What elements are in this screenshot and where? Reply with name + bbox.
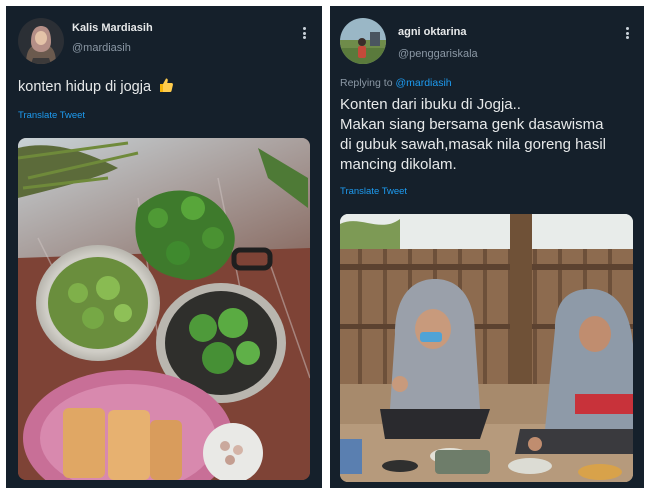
tweet-text-line: Makan siang bersama genk dasawisma (340, 116, 604, 133)
replying-to-line: Replying to @mardiasih (340, 77, 452, 89)
tweet-text-content: konten hidup di jogja (18, 79, 152, 95)
author-handle[interactable]: @penggariskala (398, 48, 478, 60)
tweet-text-line: di gubuk sawah,masak nila goreng hasil (340, 136, 606, 153)
panel-top-border (330, 0, 644, 6)
more-options-icon[interactable] (621, 25, 633, 41)
author-avatar[interactable] (340, 18, 386, 64)
replying-to-label: Replying to (340, 77, 393, 89)
tweet-text-line: mancing dikolam. (340, 156, 457, 173)
photo-cooking-pots-vegetables-icon (18, 138, 310, 480)
author-name[interactable]: agni oktarina (398, 26, 466, 38)
author-handle[interactable]: @mardiasih (72, 42, 131, 54)
tweet-media-image[interactable] (18, 138, 310, 480)
tweet-card-left: Kalis Mardiasih @mardiasih konten hidup … (6, 0, 322, 488)
more-options-icon[interactable] (298, 25, 310, 41)
tweet-card-right: agni oktarina @penggariskala Replying to… (330, 0, 644, 488)
avatar-landscape-person-icon (340, 18, 386, 64)
author-avatar[interactable] (18, 18, 64, 64)
avatar-woman-hijab-icon (18, 18, 64, 64)
translate-tweet-link[interactable]: Translate Tweet (18, 110, 85, 121)
tweet-media-image[interactable] (340, 214, 633, 482)
translate-tweet-link[interactable]: Translate Tweet (340, 186, 407, 197)
replying-to-mention[interactable]: @mardiasih (395, 77, 451, 89)
tweet-text-line: Konten dari ibuku di Jogja.. (340, 96, 521, 113)
panel-top-border (6, 0, 322, 6)
author-name[interactable]: Kalis Mardiasih (72, 22, 153, 34)
photo-women-eating-hut-icon (340, 214, 633, 482)
tweet-text: konten hidup di jogja (18, 77, 174, 97)
thumbs-up-icon (160, 78, 174, 92)
tweet-text: Konten dari ibuku di Jogja.. Makan siang… (340, 95, 640, 175)
